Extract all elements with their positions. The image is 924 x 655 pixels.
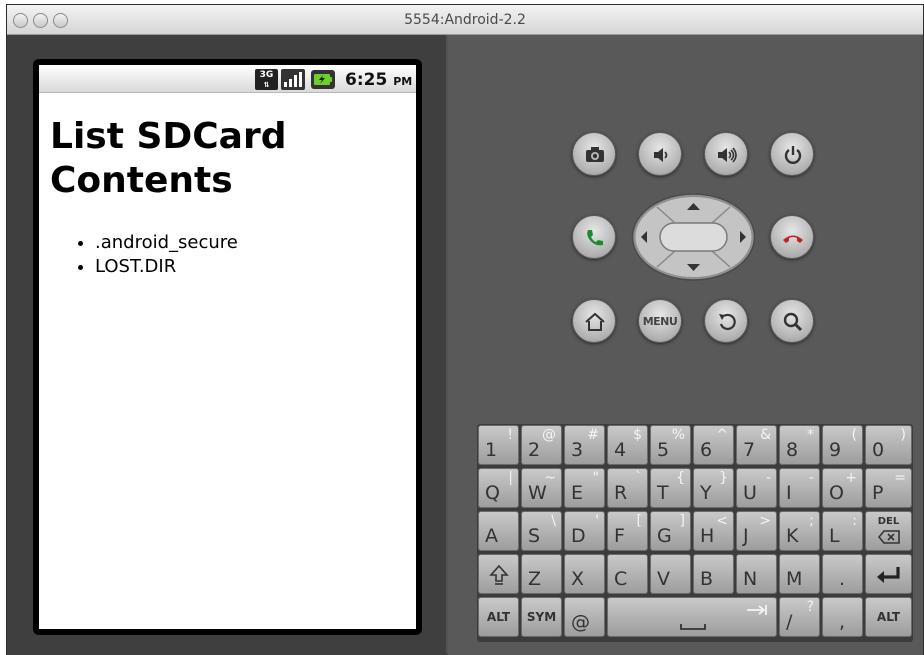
key-period[interactable]: . <box>822 554 863 594</box>
delete-key[interactable]: DEL <box>865 511 912 551</box>
key-1[interactable]: 1! <box>478 425 519 465</box>
key-o[interactable]: O + <box>822 468 863 508</box>
search-button[interactable] <box>770 299 814 343</box>
device-panel: 3G ⇅ 6:25 PM List SDCard Contents • .and… <box>7 35 446 655</box>
key-6[interactable]: 6 ^ <box>693 425 734 465</box>
enter-key[interactable] <box>865 554 912 594</box>
key-m[interactable]: M <box>779 554 820 594</box>
end-call-icon <box>783 235 803 243</box>
camera-button[interactable] <box>572 132 616 176</box>
space-bar-icon <box>680 624 706 630</box>
key-c[interactable]: C <box>607 554 648 594</box>
alt-key-right[interactable]: ALT <box>865 597 912 637</box>
key-g[interactable]: G] <box>650 511 691 551</box>
key-a[interactable]: A <box>478 511 519 551</box>
sym-key[interactable]: SYM <box>521 597 562 637</box>
key-u[interactable]: U- <box>736 468 777 508</box>
emulator-window: 5554:Android-2.2 3G ⇅ 6:25 PM List SDCar… <box>6 4 924 655</box>
title-bar: 5554:Android-2.2 <box>7 5 923 35</box>
phone-call-icon <box>587 230 603 246</box>
key-4[interactable]: 4 $ <box>607 425 648 465</box>
key-comma[interactable]: , <box>822 597 863 637</box>
key-z[interactable]: Z <box>521 554 562 594</box>
battery-charging-icon <box>311 70 335 89</box>
key-2[interactable]: 2 @ <box>521 425 562 465</box>
key-b[interactable]: B <box>693 554 734 594</box>
phone-frame: 3G ⇅ 6:25 PM List SDCard Contents • .and… <box>33 59 422 635</box>
key-9[interactable]: 9( <box>822 425 863 465</box>
key-r[interactable]: R ` <box>607 468 648 508</box>
file-list: .android_secure LOST.DIR <box>95 231 238 279</box>
key-8[interactable]: 8 * <box>779 425 820 465</box>
end-call-button[interactable] <box>770 215 814 259</box>
window-title: 5554:Android-2.2 <box>404 12 526 28</box>
power-icon <box>784 146 802 164</box>
home-icon <box>585 312 605 331</box>
backspace-icon <box>878 530 900 544</box>
controls-panel: MENU 1! 2@ 3# 4$ 5% 6^ 7& 8* 9( 0 <box>448 35 923 655</box>
key-k[interactable]: K; <box>779 511 820 551</box>
dpad[interactable] <box>631 193 756 281</box>
key-at[interactable]: @ <box>564 597 605 637</box>
key-5[interactable]: 5% <box>650 425 691 465</box>
device-screen[interactable]: 3G ⇅ 6:25 PM List SDCard Contents • .and… <box>39 65 416 629</box>
dpad-center-button <box>659 222 728 252</box>
key-y[interactable]: Y} <box>693 468 734 508</box>
key-f[interactable]: F[ <box>607 511 648 551</box>
home-button[interactable] <box>572 299 616 343</box>
key-h[interactable]: H < <box>693 511 734 551</box>
key-i[interactable]: I- <box>779 468 820 508</box>
key-s[interactable]: S \ <box>521 511 562 551</box>
key-slash[interactable]: /? <box>779 597 820 637</box>
key-q[interactable]: Q | <box>478 468 519 508</box>
key-n[interactable]: N <box>736 554 777 594</box>
status-ampm: PM <box>393 75 413 88</box>
page-heading: List SDCard Contents <box>50 116 287 201</box>
tab-icon <box>747 605 767 615</box>
shift-icon <box>489 564 509 585</box>
alt-key-left[interactable]: ALT <box>478 597 519 637</box>
volume-down-button[interactable] <box>638 132 682 176</box>
key-j[interactable]: J > <box>736 511 777 551</box>
search-icon <box>783 312 803 332</box>
key-w[interactable]: W ~ <box>521 468 562 508</box>
volume-up-icon <box>718 147 737 163</box>
call-button[interactable] <box>572 215 616 259</box>
volume-up-button[interactable] <box>704 132 748 176</box>
key-x[interactable]: X <box>564 554 605 594</box>
key-3[interactable]: 3 # <box>564 425 605 465</box>
key-l[interactable]: L: <box>822 511 863 551</box>
enter-icon <box>877 567 900 583</box>
key-v[interactable]: V <box>650 554 691 594</box>
key-0[interactable]: 0) <box>865 425 912 465</box>
key-t[interactable]: T{ <box>650 468 691 508</box>
camera-icon <box>586 147 604 162</box>
back-arrow-icon <box>719 313 736 331</box>
key-d[interactable]: D ' <box>564 511 605 551</box>
key-7[interactable]: 7 & <box>736 425 777 465</box>
key-p[interactable]: P = <box>865 468 912 508</box>
signal-strength-icon <box>281 69 305 90</box>
menu-button[interactable]: MENU <box>638 299 682 343</box>
network-3g-icon: 3G ⇅ <box>255 69 278 90</box>
status-time: 6:25 PM <box>345 70 413 90</box>
shift-key[interactable] <box>478 554 519 594</box>
key-e[interactable]: E " <box>564 468 605 508</box>
status-bar: 3G ⇅ 6:25 PM <box>39 65 416 93</box>
back-button[interactable] <box>704 299 748 343</box>
file-list-item: LOST.DIR <box>95 255 238 279</box>
space-key[interactable] <box>607 597 777 637</box>
file-list-item: .android_secure <box>95 231 238 255</box>
power-button[interactable] <box>770 132 814 176</box>
hardware-keyboard: 1! 2 @ 3 # 4 $ 5% 6 ^ 7 & 8 * 9( 0) Q | W ~ E " R… <box>477 424 913 642</box>
volume-down-icon <box>654 148 668 162</box>
